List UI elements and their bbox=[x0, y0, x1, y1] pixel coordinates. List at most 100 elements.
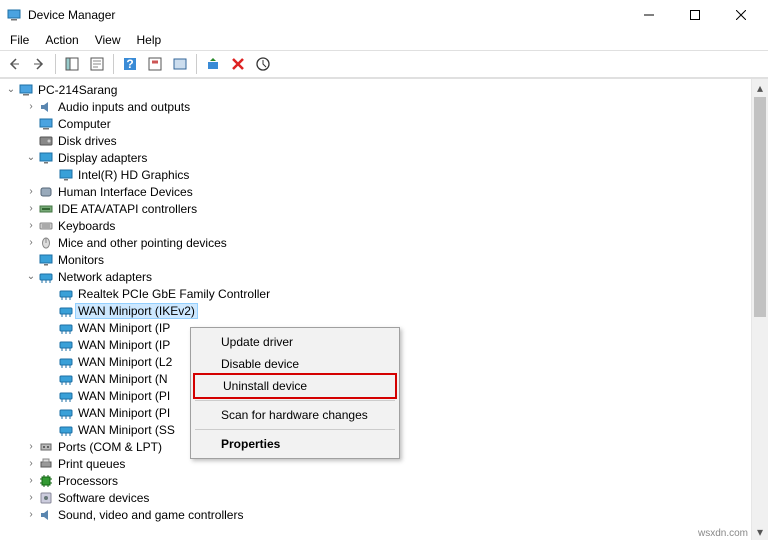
tree-item-label: Computer bbox=[58, 117, 111, 131]
tree-item-label: Monitors bbox=[58, 253, 104, 267]
scroll-up-icon[interactable]: ▴ bbox=[752, 79, 768, 96]
menu-help[interactable]: Help bbox=[129, 31, 170, 49]
print-icon bbox=[38, 456, 54, 472]
context-menu-separator bbox=[195, 400, 395, 401]
tree-category[interactable]: Computer bbox=[2, 115, 768, 132]
watermark: wsxdn.com bbox=[698, 528, 748, 539]
tree-category[interactable]: ⌄ Network adapters bbox=[2, 268, 768, 285]
show-hide-tree-button[interactable] bbox=[60, 52, 84, 76]
tree-item-label: Network adapters bbox=[58, 270, 152, 284]
computer-icon bbox=[38, 116, 54, 132]
menu-bar: File Action View Help bbox=[0, 30, 768, 50]
network-icon bbox=[58, 286, 74, 302]
tree-category[interactable]: Monitors bbox=[2, 251, 768, 268]
context-menu-item[interactable]: Uninstall device bbox=[193, 373, 397, 399]
forward-button[interactable] bbox=[27, 52, 51, 76]
tree-category[interactable]: › Human Interface Devices bbox=[2, 183, 768, 200]
tree-item-label: Processors bbox=[58, 474, 118, 488]
window-title: Device Manager bbox=[28, 8, 626, 22]
tree-root[interactable]: ⌄PC-214Sarang bbox=[2, 81, 768, 98]
pc-icon bbox=[18, 82, 34, 98]
disclosure-icon[interactable]: › bbox=[24, 203, 38, 214]
action-button-1[interactable] bbox=[143, 52, 167, 76]
monitor-icon bbox=[38, 252, 54, 268]
tree-category[interactable]: ›Audio inputs and outputs bbox=[2, 98, 768, 115]
tree-item-label: WAN Miniport (IKEv2) bbox=[75, 303, 198, 319]
tree-item-label: Disk drives bbox=[58, 134, 117, 148]
tree-category[interactable]: › IDE ATA/ATAPI controllers bbox=[2, 200, 768, 217]
display-icon bbox=[58, 167, 74, 183]
menu-action[interactable]: Action bbox=[37, 31, 86, 49]
context-menu: Update driverDisable deviceUninstall dev… bbox=[190, 327, 400, 459]
cpu-icon bbox=[38, 473, 54, 489]
disclosure-icon[interactable]: › bbox=[24, 101, 38, 112]
tree-item-label: Keyboards bbox=[58, 219, 115, 233]
tree-item-label: Sound, video and game controllers bbox=[58, 508, 243, 522]
disclosure-icon[interactable]: ⌄ bbox=[24, 271, 38, 282]
hid-icon bbox=[38, 184, 54, 200]
tree-item-label: Software devices bbox=[58, 491, 149, 505]
svg-text:?: ? bbox=[126, 57, 133, 71]
tree-item-label: WAN Miniport (L2 bbox=[78, 355, 172, 369]
context-menu-item[interactable]: Update driver bbox=[193, 331, 397, 353]
tree-item-label: Ports (COM & LPT) bbox=[58, 440, 162, 454]
action-button-2[interactable] bbox=[168, 52, 192, 76]
tree-item-label: WAN Miniport (PI bbox=[78, 406, 170, 420]
disclosure-icon[interactable]: › bbox=[24, 509, 38, 520]
scroll-down-icon[interactable]: ▾ bbox=[752, 523, 768, 540]
minimize-button[interactable] bbox=[626, 0, 672, 30]
tree-item-label: WAN Miniport (SS bbox=[78, 423, 175, 437]
disclosure-icon[interactable]: › bbox=[24, 475, 38, 486]
toolbar-separator bbox=[113, 54, 114, 74]
disclosure-icon[interactable]: ⌄ bbox=[24, 152, 38, 163]
tree-category[interactable]: ›Mice and other pointing devices bbox=[2, 234, 768, 251]
tree-item-label: WAN Miniport (IP bbox=[78, 321, 170, 335]
title-bar: Device Manager bbox=[0, 0, 768, 30]
tree-category[interactable]: › Keyboards bbox=[2, 217, 768, 234]
scrollbar-thumb[interactable] bbox=[754, 97, 766, 317]
tree-device[interactable]: Realtek PCIe GbE Family Controller bbox=[2, 285, 768, 302]
tree-item-label: IDE ATA/ATAPI controllers bbox=[58, 202, 197, 216]
properties-button[interactable] bbox=[85, 52, 109, 76]
context-menu-separator bbox=[195, 429, 395, 430]
app-icon bbox=[6, 7, 22, 23]
network-icon bbox=[38, 269, 54, 285]
tree-category[interactable]: Disk drives bbox=[2, 132, 768, 149]
uninstall-button[interactable] bbox=[226, 52, 250, 76]
audio-icon bbox=[38, 99, 54, 115]
disclosure-icon[interactable]: › bbox=[24, 441, 38, 452]
tree-device[interactable]: Intel(R) HD Graphics bbox=[2, 166, 768, 183]
network-icon bbox=[58, 303, 74, 319]
disclosure-icon[interactable]: › bbox=[24, 492, 38, 503]
tree-item-label: WAN Miniport (PI bbox=[78, 389, 170, 403]
disclosure-icon[interactable]: › bbox=[24, 220, 38, 231]
tree-item-label: Human Interface Devices bbox=[58, 185, 193, 199]
maximize-button[interactable] bbox=[672, 0, 718, 30]
scan-hardware-button[interactable] bbox=[201, 52, 225, 76]
disclosure-icon[interactable]: › bbox=[24, 186, 38, 197]
tree-category[interactable]: › Sound, video and game controllers bbox=[2, 506, 768, 523]
update-driver-button[interactable] bbox=[251, 52, 275, 76]
back-button[interactable] bbox=[2, 52, 26, 76]
toolbar-separator bbox=[196, 54, 197, 74]
mouse-icon bbox=[38, 235, 54, 251]
network-icon bbox=[58, 405, 74, 421]
tree-item-label: WAN Miniport (IP bbox=[78, 338, 170, 352]
context-menu-item[interactable]: Scan for hardware changes bbox=[193, 404, 397, 426]
context-menu-item[interactable]: Properties bbox=[193, 433, 397, 455]
tree-category[interactable]: › Processors bbox=[2, 472, 768, 489]
disclosure-icon[interactable]: › bbox=[24, 458, 38, 469]
help-button[interactable]: ? bbox=[118, 52, 142, 76]
disclosure-icon[interactable]: › bbox=[24, 237, 38, 248]
tree-device[interactable]: WAN Miniport (IKEv2) bbox=[2, 302, 768, 319]
tree-category[interactable]: ⌄Display adapters bbox=[2, 149, 768, 166]
scrollbar-vertical[interactable]: ▴ ▾ bbox=[751, 79, 768, 540]
close-button[interactable] bbox=[718, 0, 764, 30]
menu-view[interactable]: View bbox=[87, 31, 129, 49]
context-menu-item[interactable]: Disable device bbox=[193, 353, 397, 375]
device-tree-pane: ⌄PC-214Sarang›Audio inputs and outputs Co… bbox=[0, 78, 768, 540]
menu-file[interactable]: File bbox=[2, 31, 37, 49]
tree-category[interactable]: › Software devices bbox=[2, 489, 768, 506]
disclosure-icon[interactable]: ⌄ bbox=[4, 84, 18, 95]
audio-icon bbox=[38, 507, 54, 523]
